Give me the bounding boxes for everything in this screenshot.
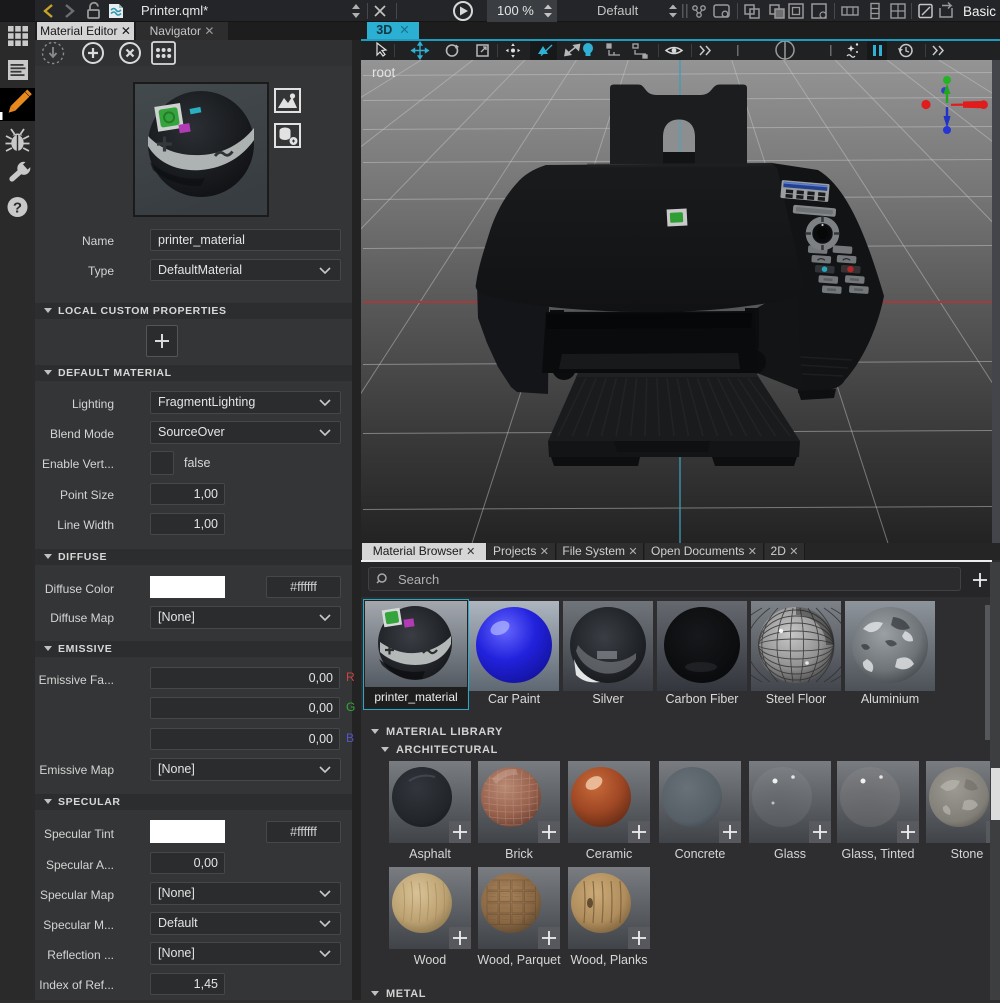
svg-text:Printer.qml*: Printer.qml* xyxy=(141,3,208,18)
svg-text:100 %: 100 % xyxy=(497,3,534,18)
svg-text:?: ? xyxy=(13,200,22,217)
svg-text:Basic: Basic xyxy=(963,4,996,19)
svg-text:Default: Default xyxy=(597,3,639,18)
svg-text:root: root xyxy=(372,65,396,80)
